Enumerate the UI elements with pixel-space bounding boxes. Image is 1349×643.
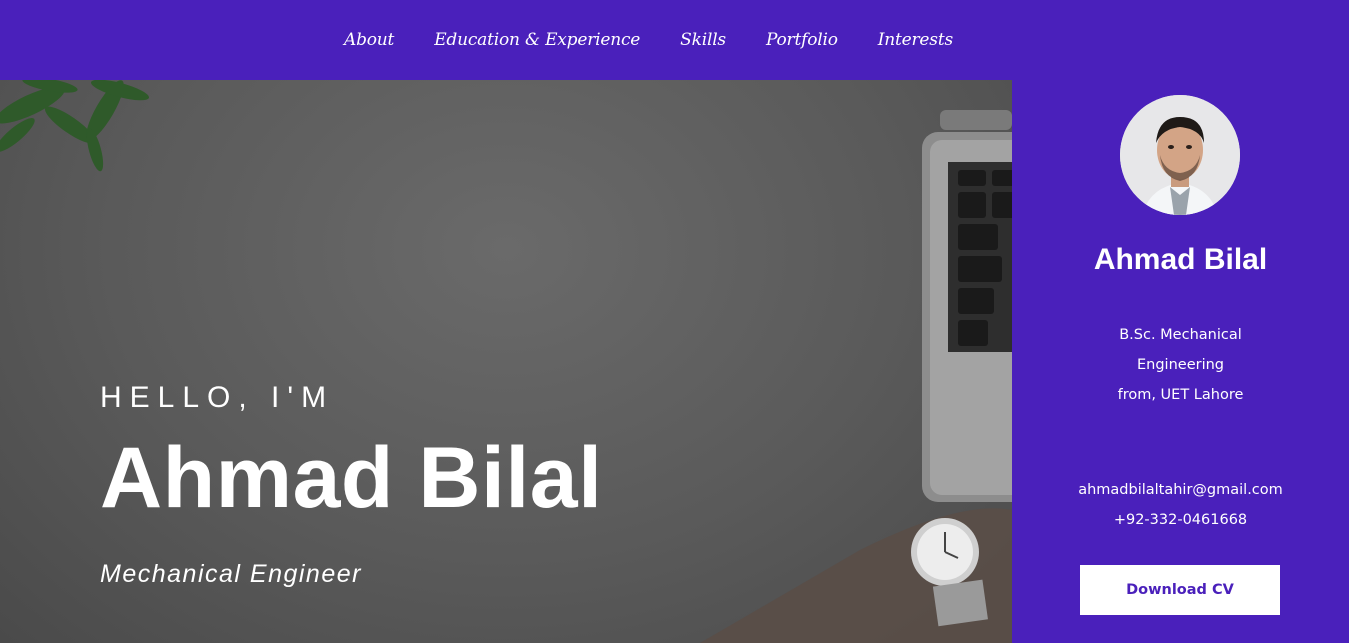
- nav-link-skills[interactable]: Skills: [680, 30, 726, 50]
- hero-role: Mechanical Engineer: [100, 560, 362, 588]
- nav-link-about[interactable]: About: [344, 30, 394, 50]
- laptop: [922, 110, 1012, 502]
- education-line-2: Engineering: [1137, 357, 1224, 373]
- nav-item-skills: Skills: [680, 30, 726, 50]
- sidebar-name: Ahmad Bilal: [1093, 243, 1268, 276]
- education-line-3: from, UET Lahore: [1117, 387, 1244, 403]
- download-cv-button[interactable]: Download CV: [1080, 565, 1280, 615]
- email-text: ahmadbilaltahir@gmail.com: [1078, 482, 1283, 498]
- hero-name: Ahmad Bilal: [100, 430, 603, 526]
- profile-photo: [1120, 95, 1240, 215]
- hero-section: HELLO, I'M Ahmad Bilal Mechanical Engine…: [0, 80, 1012, 643]
- nav-link-education-experience[interactable]: Education & Experience: [434, 30, 640, 50]
- hero-greeting: HELLO, I'M: [100, 381, 335, 414]
- nav-item-about: About: [344, 30, 394, 50]
- phone-text: +92-332-0461668: [1113, 512, 1248, 528]
- nav-item-portfolio: Portfolio: [766, 30, 838, 50]
- top-navigation: About Education & Experience Skills Port…: [0, 0, 1349, 80]
- nav-link-interests[interactable]: Interests: [878, 30, 953, 50]
- nav-link-portfolio[interactable]: Portfolio: [766, 30, 838, 50]
- plant-leaves: [0, 80, 150, 172]
- education-info: B.Sc. Mechanical Engineering from, UET L…: [1012, 320, 1349, 410]
- nav-item-education: Education & Experience: [434, 30, 640, 50]
- avatar: [1120, 95, 1240, 215]
- nav-menu: About Education & Experience Skills Port…: [344, 30, 953, 50]
- education-line-1: B.Sc. Mechanical: [1119, 327, 1242, 343]
- hand-with-watch: [700, 508, 1012, 643]
- nav-item-interests: Interests: [878, 30, 953, 50]
- contact-info: ahmadbilaltahir@gmail.com +92-332-046166…: [1012, 475, 1349, 535]
- hero-text: HELLO, I'M Ahmad Bilal Mechanical Engine…: [100, 380, 602, 589]
- profile-sidebar: Ahmad Bilal B.Sc. Mechanical Engineering…: [1012, 80, 1349, 643]
